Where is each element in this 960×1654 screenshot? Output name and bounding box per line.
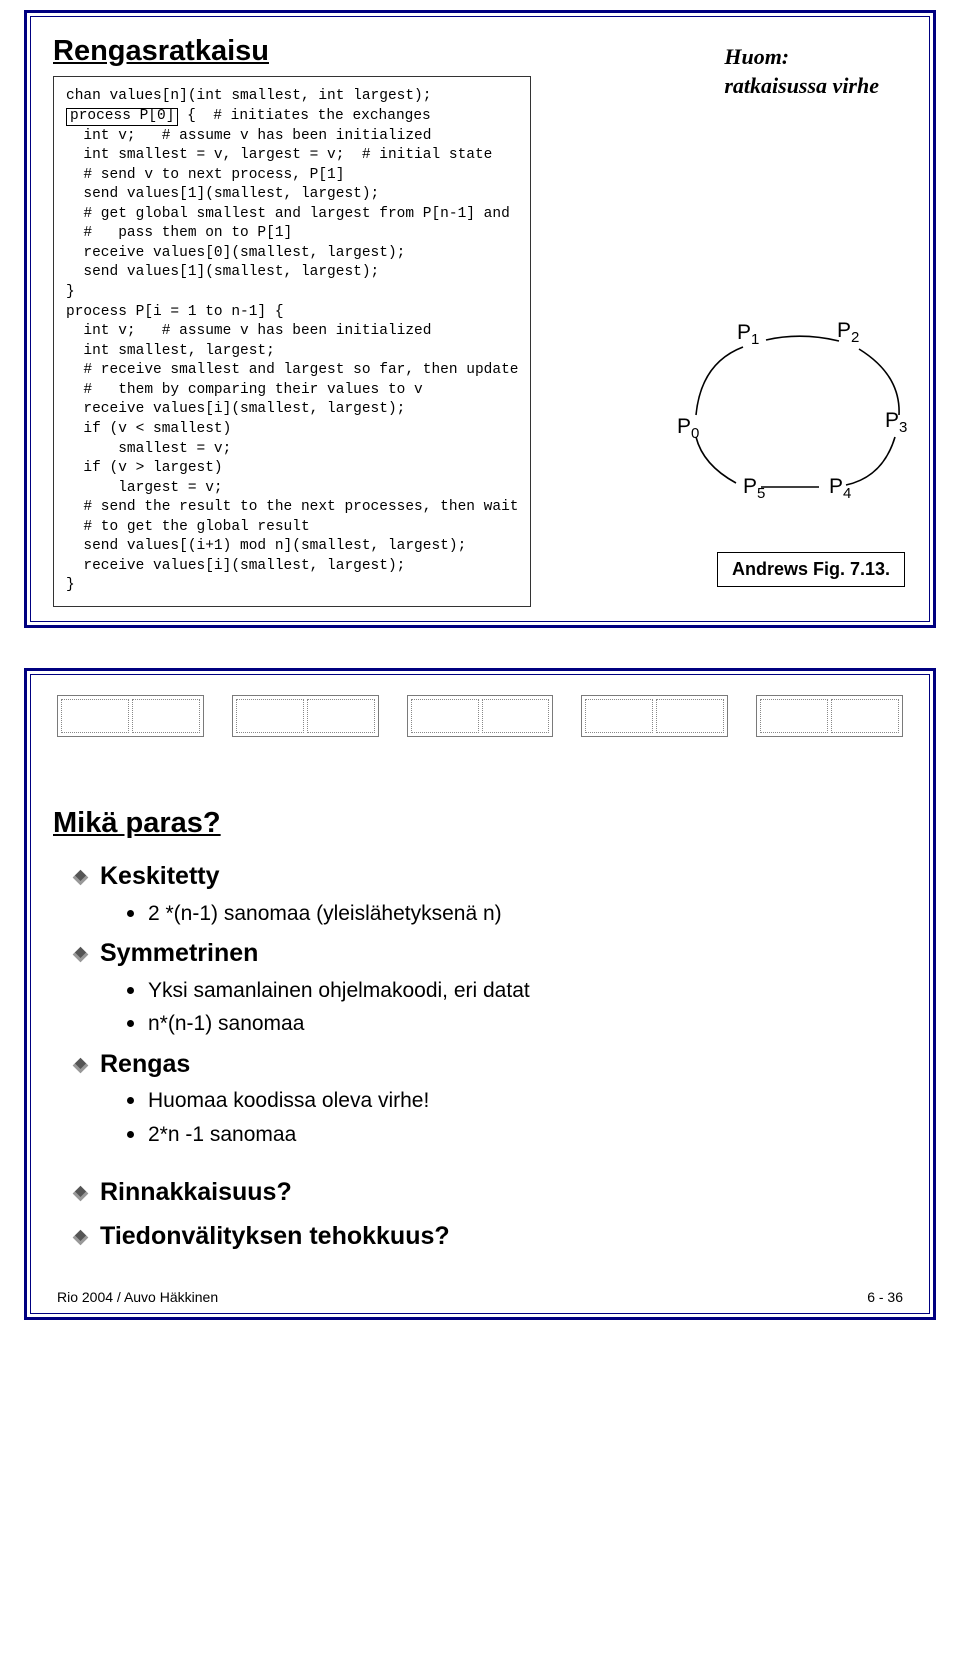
decorative-box-row bbox=[53, 695, 907, 737]
bullet-rengas: Rengas bbox=[75, 1046, 907, 1084]
slide-rengasratkaisu: Rengasratkaisu Huom: ratkaisussa virhe c… bbox=[24, 10, 936, 628]
ring-arcs bbox=[651, 307, 911, 517]
sub-bullet: 2*n -1 sanomaa bbox=[127, 1119, 907, 1151]
dot-icon bbox=[127, 1020, 134, 1027]
bullet-list: Keskitetty 2 *(n-1) sanomaa (yleislähety… bbox=[75, 858, 907, 1255]
bullet-symmetrinen: Symmetrinen bbox=[75, 935, 907, 973]
mini-box bbox=[57, 695, 204, 737]
code-chan: chan values[n](int smallest, int largest… bbox=[66, 88, 431, 104]
diamond-icon bbox=[73, 1229, 89, 1245]
bullet-tiedonvalitys: Tiedonvälityksen tehokkuus? bbox=[75, 1218, 907, 1256]
footer-right: 6 - 36 bbox=[867, 1289, 903, 1305]
ring-diagram: P0 P1 P2 P3 P4 P5 bbox=[651, 307, 911, 517]
note-line1: Huom: bbox=[724, 44, 789, 69]
bullet-rinnakkaisuus: Rinnakkaisuus? bbox=[75, 1174, 907, 1212]
dot-icon bbox=[127, 987, 134, 994]
dot-icon bbox=[127, 1131, 134, 1138]
code-pi-body: process P[i = 1 to n-1] { int v; # assum… bbox=[66, 304, 518, 594]
mini-box bbox=[407, 695, 554, 737]
ring-p3: P3 bbox=[885, 409, 907, 436]
sub-bullet: Yksi samanlainen ohjelmakoodi, eri datat bbox=[127, 975, 907, 1007]
mini-box bbox=[756, 695, 903, 737]
slide-body: Rengasratkaisu Huom: ratkaisussa virhe c… bbox=[30, 16, 930, 622]
ring-p2: P2 bbox=[837, 319, 859, 346]
ring-p0: P0 bbox=[677, 415, 699, 442]
code-p0-head-rest: { # initiates the exchanges bbox=[178, 108, 430, 124]
dot-icon bbox=[127, 1097, 134, 1104]
ring-p4: P4 bbox=[829, 475, 851, 502]
ring-p5: P5 bbox=[743, 475, 765, 502]
code-p0-body: int v; # assume v has been initialized i… bbox=[66, 128, 510, 301]
diamond-icon bbox=[73, 947, 89, 963]
diamond-icon bbox=[73, 870, 89, 886]
ring-p1: P1 bbox=[737, 321, 759, 348]
diamond-icon bbox=[73, 1186, 89, 1202]
note-line2: ratkaisussa virhe bbox=[724, 73, 879, 98]
mini-box bbox=[581, 695, 728, 737]
code-listing: chan values[n](int smallest, int largest… bbox=[53, 76, 531, 607]
mini-box bbox=[232, 695, 379, 737]
sub-bullet: 2 *(n-1) sanomaa (yleislähetyksenä n) bbox=[127, 898, 907, 930]
dot-icon bbox=[127, 910, 134, 917]
footer-left: Rio 2004 / Auvo Häkkinen bbox=[57, 1289, 218, 1305]
note-huom: Huom: ratkaisussa virhe bbox=[724, 43, 879, 100]
andrews-figure-label: Andrews Fig. 7.13. bbox=[717, 552, 905, 587]
slide2-title: Mikä paras? bbox=[53, 807, 907, 840]
diamond-icon bbox=[73, 1057, 89, 1073]
slide-body-2: Mikä paras? Keskitetty 2 *(n-1) sanomaa … bbox=[30, 674, 930, 1314]
slide-mika-paras: Mikä paras? Keskitetty 2 *(n-1) sanomaa … bbox=[24, 668, 936, 1320]
sub-bullet: n*(n-1) sanomaa bbox=[127, 1008, 907, 1040]
sub-bullet: Huomaa koodissa oleva virhe! bbox=[127, 1085, 907, 1117]
bullet-keskitetty: Keskitetty bbox=[75, 858, 907, 896]
slide-footer: Rio 2004 / Auvo Häkkinen 6 - 36 bbox=[57, 1289, 903, 1305]
code-process-p0-box: process P[0] bbox=[66, 108, 178, 126]
